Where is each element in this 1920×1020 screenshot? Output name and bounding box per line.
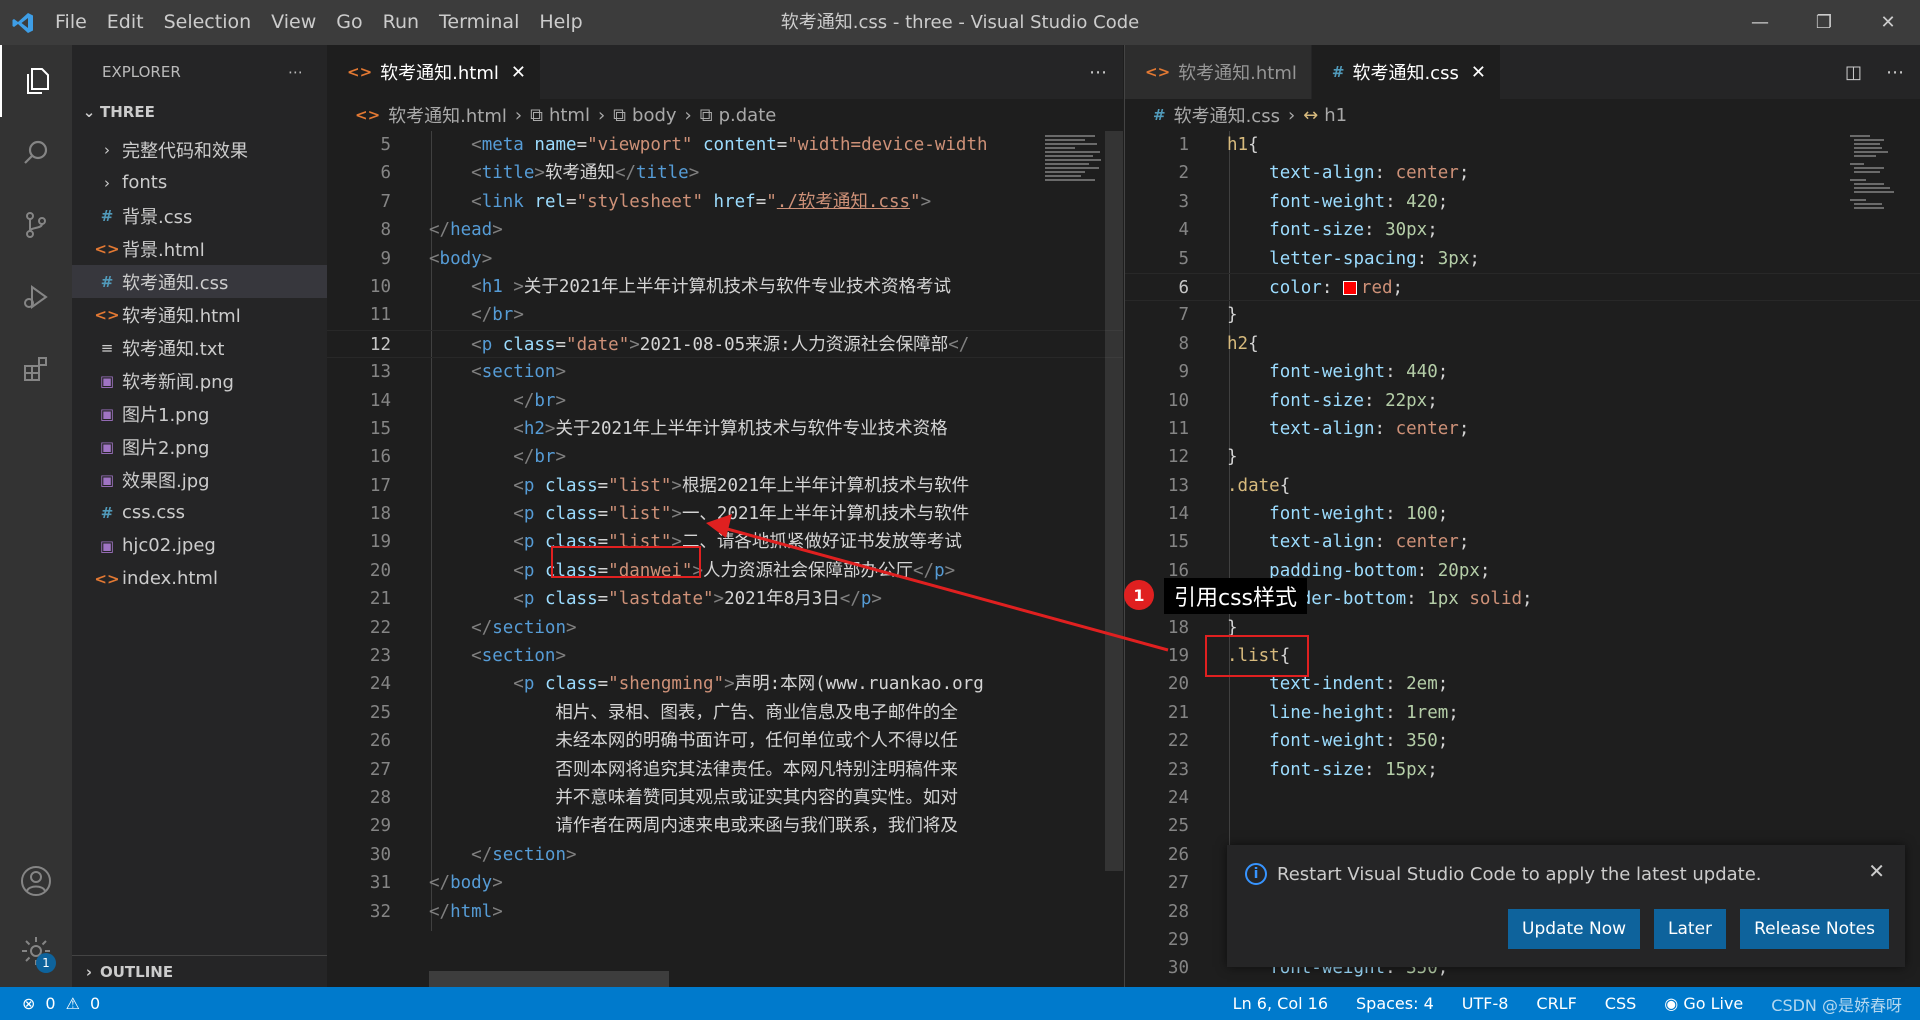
go-live-button[interactable]: ◉ Go Live — [1664, 994, 1743, 1013]
update-now-button[interactable]: Update Now — [1508, 909, 1641, 949]
error-count: 0 — [45, 994, 56, 1013]
error-icon: ⊗ — [22, 994, 36, 1013]
cursor-position[interactable]: Ln 6, Col 16 — [1233, 994, 1328, 1013]
info-icon: i — [1245, 863, 1267, 885]
close-notification-icon[interactable]: ✕ — [1868, 859, 1885, 883]
indentation[interactable]: Spaces: 4 — [1356, 994, 1434, 1013]
warning-count: 0 — [89, 994, 101, 1013]
broadcast-icon: ◉ — [1664, 994, 1684, 1013]
update-notification: i Restart Visual Studio Code to apply th… — [1227, 845, 1905, 967]
annotation-number: 1 — [1124, 580, 1154, 610]
notification-actions: Update Now Later Release Notes — [1508, 909, 1889, 949]
end-of-line[interactable]: CRLF — [1536, 994, 1576, 1013]
notification-text: Restart Visual Studio Code to apply the … — [1277, 863, 1762, 885]
release-notes-button[interactable]: Release Notes — [1740, 909, 1889, 949]
encoding[interactable]: UTF-8 — [1462, 994, 1509, 1013]
problems-indicator[interactable]: ⊗ 0 ⚠ 0 — [0, 994, 100, 1013]
warning-icon: ⚠ — [65, 994, 80, 1013]
go-live-label: Go Live — [1683, 994, 1744, 1013]
watermark: CSDN @是娇春呀 — [1771, 995, 1902, 1015]
notification-message: i Restart Visual Studio Code to apply th… — [1245, 863, 1762, 885]
language-mode[interactable]: CSS — [1605, 994, 1636, 1013]
status-bar: ⊗ 0 ⚠ 0 Ln 6, Col 16 Spaces: 4 UTF-8 CRL… — [0, 987, 1920, 1020]
later-button[interactable]: Later — [1654, 909, 1727, 949]
status-right: Ln 6, Col 16 Spaces: 4 UTF-8 CRLF CSS ◉ … — [1233, 987, 1902, 1020]
annotation-label: 引用css样式 — [1164, 578, 1308, 614]
